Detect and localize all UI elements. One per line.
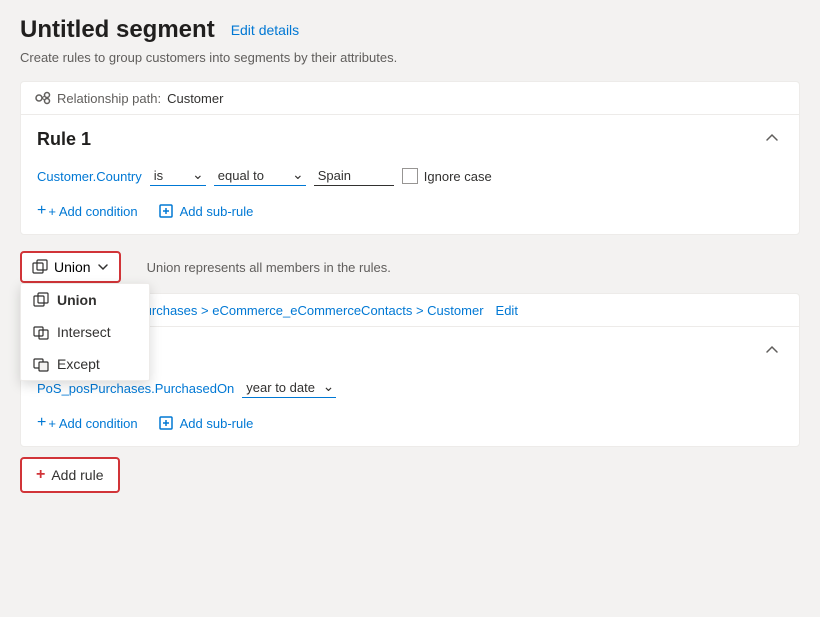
edit-details-link[interactable]: Edit details (231, 22, 299, 38)
add-rule-label: Add rule (51, 467, 103, 483)
relationship-label: Relationship path: (57, 91, 161, 106)
page-container: Untitled segment Edit details Create rul… (0, 0, 820, 509)
union-option-except[interactable]: Except (21, 348, 149, 380)
rule1-comparator-wrapper: equal to not equal to contains (214, 166, 306, 186)
rule1-operator-select[interactable]: is is not (150, 166, 206, 186)
rule1-card: Relationship path: Customer Rule 1 Custo… (20, 81, 800, 235)
add-rule-plus-icon: + (36, 466, 45, 484)
rule2-date-range-wrapper: year to date last 30 days last 90 days l… (242, 378, 336, 398)
union-row: Union Union (20, 245, 800, 289)
rule1-collapse-button[interactable] (761, 127, 783, 152)
rule2-actions: + + Add condition Add sub-rule (21, 410, 799, 446)
ignore-case-wrapper: Ignore case (402, 168, 492, 184)
rule2-add-subrule-label: Add sub-rule (180, 416, 254, 431)
union-option-union-label: Union (57, 292, 97, 308)
union-option-except-icon (33, 356, 49, 372)
add-rule-button[interactable]: + Add rule (20, 457, 120, 493)
rule1-condition-row: Customer.Country is is not equal to not … (21, 160, 799, 198)
rule2-add-condition-button[interactable]: + + Add condition (37, 414, 138, 432)
union-option-except-label: Except (57, 356, 100, 372)
rule1-value-input[interactable] (314, 166, 394, 186)
rule2-edit-link[interactable]: Edit (496, 303, 518, 318)
ignore-case-label: Ignore case (424, 169, 492, 184)
rule1-add-condition-label: + Add condition (48, 204, 137, 219)
rule2-add-subrule-button[interactable]: Add sub-rule (158, 414, 254, 432)
union-col: Union Union (20, 245, 391, 289)
union-dropdown-container: Union Union (20, 251, 121, 283)
union-option-intersect[interactable]: Intersect (21, 316, 149, 348)
page-subtitle: Create rules to group customers into seg… (20, 50, 800, 65)
union-option-union-icon (33, 292, 49, 308)
rule2-condition-field: PoS_posPurchases.PurchasedOn (37, 381, 234, 396)
union-option-union[interactable]: Union (21, 284, 149, 316)
union-trigger-label: Union (54, 259, 91, 275)
rule1-condition-field: Customer.Country (37, 169, 142, 184)
rule1-add-condition-plus: + (37, 202, 46, 220)
relationship-icon (35, 90, 51, 106)
rule2-date-range-select[interactable]: year to date last 30 days last 90 days l… (242, 378, 336, 398)
union-description: Union represents all members in the rule… (147, 260, 391, 275)
union-dropdown-trigger[interactable]: Union (20, 251, 121, 283)
rule1-relationship-bar: Relationship path: Customer (21, 82, 799, 115)
union-option-intersect-label: Intersect (57, 324, 111, 340)
union-trigger-icon (32, 259, 48, 275)
page-header: Untitled segment Edit details (20, 16, 800, 44)
rule2-collapse-button[interactable] (761, 339, 783, 364)
rule1-add-subrule-button[interactable]: Add sub-rule (158, 202, 254, 220)
union-option-intersect-icon (33, 324, 49, 340)
page-title: Untitled segment (20, 16, 215, 44)
rule1-operator-wrapper: is is not (150, 166, 206, 186)
rule2-subrule-icon (158, 415, 174, 431)
rule2-add-condition-label: + Add condition (48, 416, 137, 431)
relationship-value: Customer (167, 91, 223, 106)
rule1-add-subrule-label: Add sub-rule (180, 204, 254, 219)
rule1-add-condition-button[interactable]: + + Add condition (37, 202, 138, 220)
union-chevron-icon (97, 261, 109, 273)
rule2-add-condition-plus: + (37, 414, 46, 432)
rule1-title: Rule 1 (37, 129, 91, 150)
union-dropdown-menu: Union Intersect (20, 283, 150, 381)
rule1-header: Rule 1 (21, 115, 799, 160)
ignore-case-checkbox[interactable] (402, 168, 418, 184)
rule1-actions: + + Add condition Add sub-rule (21, 198, 799, 234)
rule1-comparator-select[interactable]: equal to not equal to contains (214, 166, 306, 186)
subrule-icon (158, 203, 174, 219)
